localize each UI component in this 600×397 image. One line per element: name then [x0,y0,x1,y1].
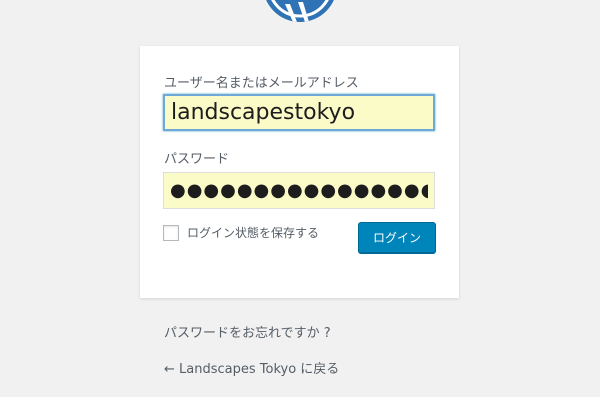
username-label: ユーザー名またはメールアドレス [164,76,359,91]
back-to-site-link[interactable]: ← Landscapes Tokyo に戻る [164,358,339,377]
login-form: ユーザー名またはメールアドレス パスワード ログイン状態を保存する ログイン [140,46,459,298]
login-button[interactable]: ログイン [358,222,436,253]
password-input[interactable] [163,172,435,209]
password-label: パスワード [164,152,230,167]
username-input[interactable] [163,94,435,131]
lost-password-link[interactable]: パスワードをお忘れですか ? [164,322,331,341]
wordpress-logo-icon[interactable] [263,0,337,22]
remember-me-checkbox[interactable] [163,224,179,241]
remember-me-label[interactable]: ログイン状態を保存する [187,224,319,241]
remember-me-row[interactable]: ログイン状態を保存する [163,224,319,241]
